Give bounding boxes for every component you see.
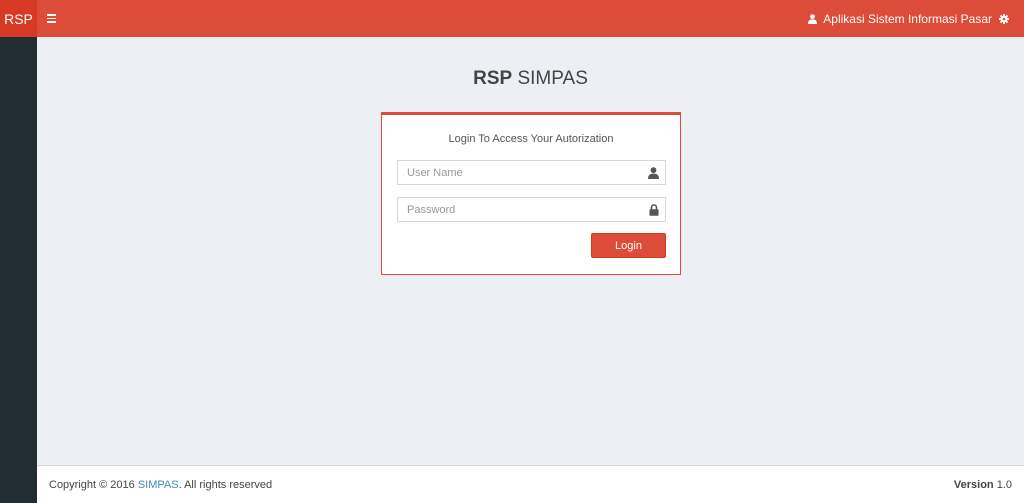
gear-icon[interactable] [999, 13, 1009, 24]
version-number: 1.0 [996, 478, 1012, 491]
logo-light: SIMPAS [517, 68, 588, 89]
login-logo: RSP SIMPAS [37, 68, 1024, 90]
simpas-link[interactable]: SIMPAS [138, 479, 179, 491]
user-menu[interactable]: Aplikasi Sistem Informasi Pasar [808, 12, 1024, 26]
sidebar-toggle-button[interactable] [39, 0, 63, 37]
content-area: RSP SIMPAS Login To Access Your Autoriza… [37, 37, 1024, 465]
login-box: Login To Access Your Autorization Login [381, 112, 681, 275]
version-info: Version 1.0 [954, 479, 1012, 491]
logo-bold: RSP [473, 68, 513, 89]
password-field [397, 197, 666, 222]
sidebar [0, 37, 37, 503]
user-icon [808, 13, 818, 24]
copyright-prefix: Copyright © 2016 [49, 478, 135, 491]
password-input[interactable] [398, 198, 665, 221]
login-button[interactable]: Login [591, 233, 666, 258]
top-navbar: RSP Aplikasi Sistem Informasi Pasar [0, 0, 1024, 37]
brand-logo[interactable]: RSP [0, 0, 37, 37]
footer: Copyright © 2016 SIMPAS. All rights rese… [37, 465, 1024, 503]
user-icon [648, 167, 659, 179]
bars-icon [46, 14, 56, 23]
brand-text: RSP [4, 10, 33, 27]
username-input[interactable] [398, 161, 665, 184]
copyright-text: Copyright © 2016 SIMPAS. All rights rese… [49, 479, 272, 491]
lock-icon [649, 204, 659, 216]
version-label: Version [953, 478, 994, 491]
app-title: Aplikasi Sistem Informasi Pasar [823, 11, 992, 26]
copyright-suffix: . All rights reserved [178, 478, 273, 491]
login-message: Login To Access Your Autorization [448, 133, 614, 145]
username-field [397, 160, 666, 185]
